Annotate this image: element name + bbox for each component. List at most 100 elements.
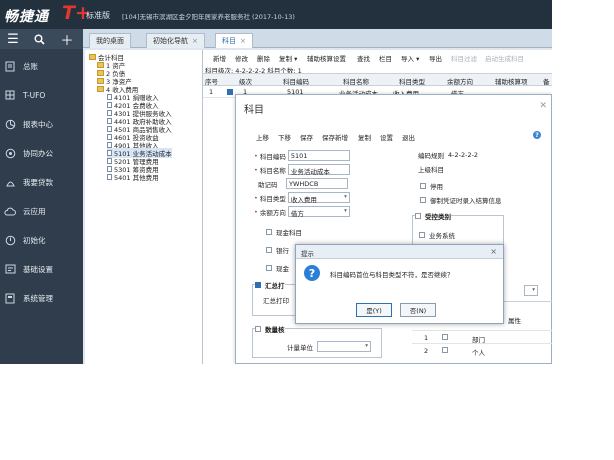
sidebar-item-cloud[interactable]: 云应用 [0, 196, 83, 226]
name-field[interactable]: 业务活动成本 [287, 164, 350, 176]
sidebar-toolbar: ☰ ＋ [0, 29, 83, 49]
row-checkbox[interactable] [227, 89, 233, 95]
cooperate-icon [2, 146, 18, 160]
save-button[interactable]: 保存 [300, 132, 313, 142]
direction-select[interactable]: 借方 ▾ [287, 206, 350, 218]
tab-subject[interactable]: 科目 × [215, 33, 253, 48]
import-dropdown[interactable]: 导入 ▾ [401, 53, 419, 63]
chevron-down-icon: ▾ [344, 194, 347, 200]
help-icon[interactable]: ? [533, 131, 541, 139]
confirm-dialog-header: 提示 × [296, 245, 503, 259]
sidebar-item-cooperation[interactable]: 协同办公 [0, 138, 83, 168]
no-button[interactable]: 否(N) [400, 303, 436, 317]
bank-checkbox[interactable] [266, 247, 272, 253]
export-button[interactable]: 导出 [429, 53, 442, 63]
dialog-title: 科目 [244, 105, 264, 116]
find-button[interactable]: 查找 [357, 53, 370, 63]
tab-label: 我的桌面 [96, 37, 124, 45]
question-icon: ? [304, 265, 320, 281]
table-row[interactable]: 1 部门 [412, 330, 552, 344]
tab-init-navigation[interactable]: 初始化导航 × [146, 33, 205, 48]
sidebar-item-system[interactable]: 系统管理 [0, 283, 83, 313]
sidebar-item-t-ufo[interactable]: T-UFO [0, 80, 83, 110]
cash-row: 现金科目 [266, 227, 302, 237]
copy-button[interactable]: 复制 [358, 132, 371, 142]
add-icon[interactable]: ＋ [54, 29, 80, 49]
move-down-button[interactable]: 下移 [278, 132, 291, 142]
row-checkbox[interactable] [442, 334, 448, 340]
sidebar-item-init[interactable]: 初始化 [0, 225, 83, 255]
report-grid-icon [2, 88, 18, 102]
control-checkbox[interactable] [415, 213, 421, 219]
sidebar-item-report-center[interactable]: 报表中心 [0, 109, 83, 139]
auto-generate-button[interactable]: 启动生成科目 [485, 53, 524, 63]
direction-row: • 余额方向 借方 ▾ [254, 206, 350, 218]
column-header: 科目类型 [399, 78, 425, 86]
bank-row: 银行 [266, 245, 289, 255]
yes-button[interactable]: 是(Y) [356, 303, 392, 317]
move-up-button[interactable]: 上移 [256, 132, 269, 142]
sidebar-item-loan[interactable]: 我要贷款 [0, 167, 83, 197]
dialog-toolbar: 上移 下移 保存 保存新增 复制 设置 退出 ? [236, 128, 551, 144]
sidebar: ☰ ＋ 总账 T-UFO 报表中心 协同办公 我要贷款 云应用 初始化 基础设置… [0, 29, 83, 364]
column-header: 属性 [508, 317, 521, 325]
init-icon [2, 233, 18, 247]
code-field[interactable]: 5101 [287, 150, 350, 161]
sidebar-item-label: 基础设置 [23, 264, 53, 274]
save-new-button[interactable]: 保存新增 [322, 132, 348, 142]
cash-eq-checkbox[interactable] [266, 265, 272, 271]
delete-button[interactable]: 删除 [257, 53, 270, 63]
cash-eq-row: 现金 [266, 263, 289, 273]
close-icon[interactable]: × [192, 37, 198, 45]
quantity-checkbox[interactable] [255, 326, 261, 332]
sidebar-item-label: 报表中心 [23, 119, 53, 129]
sidebar-item-basic-settings[interactable]: 基础设置 [0, 254, 83, 284]
column-header: 辅助核算项 [495, 78, 528, 86]
subject-filter-button[interactable]: 科目过滤 [451, 53, 477, 63]
exit-button[interactable]: 退出 [402, 132, 415, 142]
unit-select[interactable]: ▾ [317, 341, 371, 352]
sidebar-item-label: T-UFO [23, 90, 46, 100]
ledger-checkbox[interactable] [420, 197, 426, 203]
edit-button[interactable]: 修改 [235, 53, 248, 63]
code-row: • 科目编码 5101 [254, 150, 350, 161]
system-icon [2, 291, 18, 305]
chart-icon [2, 117, 18, 131]
search-icon[interactable] [26, 29, 52, 49]
close-icon[interactable]: × [240, 37, 246, 45]
mnemonic-field[interactable]: YWHDCB [286, 178, 348, 189]
table-row[interactable]: 2 个人 [412, 343, 552, 357]
code-rule-row: 编码规则 4-2-2-2-2 [418, 151, 479, 160]
loan-icon [2, 175, 18, 189]
close-icon[interactable]: × [490, 247, 497, 256]
copy-dropdown[interactable]: 复制 ▾ [279, 53, 297, 63]
app-window: 畅捷通 T+ 标准版 [104]无锡市滨湖区金夕阳年居家养老服务社 (2017-… [0, 0, 552, 364]
aux-select[interactable]: ▾ [524, 285, 538, 296]
tree-node[interactable]: 5401 其他费用 [107, 172, 159, 182]
summary-checkbox[interactable] [255, 282, 261, 288]
row-checkbox[interactable] [442, 347, 448, 353]
type-select[interactable]: 收入费用 ▾ [287, 192, 350, 204]
close-icon[interactable]: ✕ [539, 101, 547, 111]
type-row: • 科目类型 收入费用 ▾ [254, 192, 350, 204]
sidebar-item-ledger[interactable]: 总账 [0, 51, 83, 81]
cash-checkbox[interactable] [266, 229, 272, 235]
disable-checkbox[interactable] [420, 183, 426, 189]
account-info: [104]无锡市滨湖区金夕阳年居家养老服务社 (2017-10-13) [122, 13, 295, 21]
sidebar-item-label: 初始化 [23, 235, 46, 245]
columns-button[interactable]: 栏目 [379, 53, 392, 63]
edition-label: 标准版 [86, 11, 110, 20]
folder-icon [89, 54, 96, 60]
sidebar-item-label: 协同办公 [23, 148, 53, 158]
aux-settings-button[interactable]: 辅助核算设置 [307, 53, 346, 63]
grid-header: 序号 级次 科目编码 科目名称 科目类型 余额方向 辅助核算项 备 [203, 73, 552, 86]
tab-my-desktop[interactable]: 我的桌面 [89, 33, 131, 48]
sidebar-item-label: 总账 [23, 61, 38, 71]
sidebar-item-label: 云应用 [23, 206, 46, 216]
settings-button[interactable]: 设置 [380, 132, 393, 142]
settings-icon [2, 262, 18, 276]
column-header: 科目编码 [283, 78, 309, 86]
add-button[interactable]: 新增 [213, 53, 226, 63]
menu-icon[interactable]: ☰ [0, 29, 26, 49]
business-checkbox[interactable] [419, 232, 425, 238]
